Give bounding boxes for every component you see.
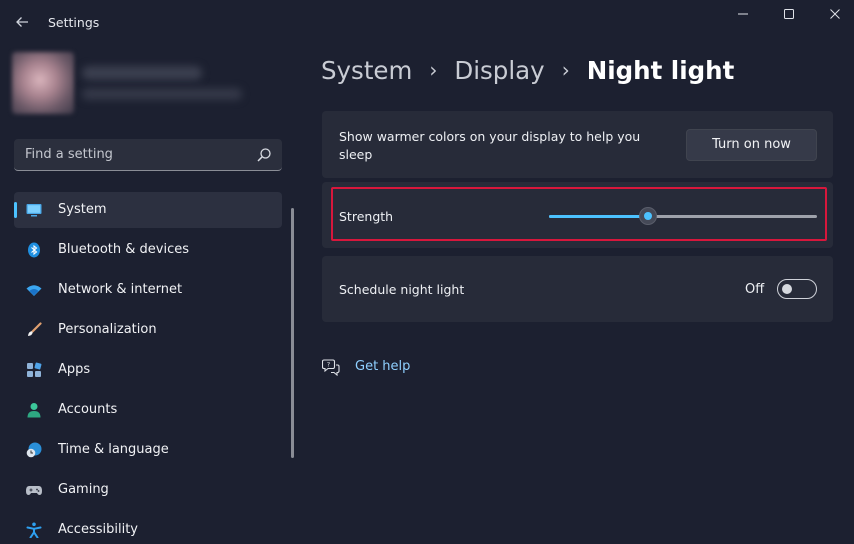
breadcrumb-system[interactable]: System: [321, 56, 412, 85]
app-title: Settings: [48, 15, 100, 30]
sidebar-item-time-language[interactable]: Time & language: [14, 432, 282, 468]
person-icon: [27, 403, 41, 418]
search-input[interactable]: [14, 139, 250, 170]
svg-text:?: ?: [327, 361, 330, 369]
back-button[interactable]: [12, 12, 32, 32]
turn-on-now-button[interactable]: Turn on now: [686, 129, 817, 161]
wifi-icon: [26, 285, 42, 296]
breadcrumb-display[interactable]: Display: [454, 56, 544, 85]
sidebar-item-label: Personalization: [58, 322, 157, 337]
sidebar-item-label: Gaming: [58, 482, 109, 497]
sidebar-item-gaming[interactable]: Gaming: [14, 472, 282, 508]
user-profile[interactable]: [12, 52, 252, 118]
sidebar-item-accounts[interactable]: Accounts: [14, 392, 282, 428]
turn-on-card: Show warmer colors on your display to he…: [322, 111, 833, 178]
profile-name-redacted: [82, 66, 202, 80]
page-title: Night light: [586, 56, 735, 85]
sidebar-item-label: Apps: [58, 362, 91, 377]
brush-icon: [28, 322, 42, 336]
breadcrumb: System › Display › Night light: [321, 56, 734, 92]
accessibility-icon: [26, 522, 42, 538]
search-box[interactable]: [14, 139, 282, 171]
sidebar-item-system[interactable]: System: [14, 192, 282, 228]
sidebar-item-bluetooth[interactable]: Bluetooth & devices: [14, 232, 282, 268]
sidebar-item-label: Accounts: [58, 402, 118, 417]
sidebar-item-label: Accessibility: [58, 522, 138, 537]
minimize-icon: [738, 13, 748, 15]
sidebar-item-label: Bluetooth & devices: [58, 242, 189, 257]
sidebar-item-label: Time & language: [58, 442, 169, 457]
minimize-button[interactable]: [723, 4, 763, 26]
apps-icon: [27, 362, 42, 377]
clock-globe-icon: [26, 442, 42, 458]
search-icon[interactable]: [256, 147, 272, 163]
bluetooth-icon: [28, 242, 40, 258]
schedule-toggle[interactable]: [777, 279, 817, 299]
title-bar: Settings: [0, 0, 854, 44]
get-help-link[interactable]: Get help: [355, 359, 410, 374]
gamepad-icon: [26, 486, 42, 495]
maximize-icon: [784, 9, 794, 19]
schedule-night-light-label: Schedule night light: [339, 282, 465, 297]
sidebar-scrollbar[interactable]: [291, 208, 294, 458]
profile-email-redacted: [82, 88, 242, 100]
sidebar-item-label: System: [58, 202, 107, 217]
back-arrow-icon: [16, 17, 28, 27]
chevron-right-icon: ›: [561, 58, 570, 82]
avatar: [12, 52, 74, 114]
toggle-knob: [782, 284, 792, 294]
help-chat-icon: ?: [322, 359, 340, 376]
monitor-icon: [26, 204, 42, 217]
highlight-box: [331, 187, 827, 241]
sidebar-item-personalization[interactable]: Personalization: [14, 312, 282, 348]
night-light-description: Show warmer colors on your display to he…: [339, 129, 641, 162]
close-icon: [830, 9, 840, 19]
sidebar-item-apps[interactable]: Apps: [14, 352, 282, 388]
schedule-toggle-state: Off: [745, 282, 765, 297]
sidebar-item-label: Network & internet: [58, 282, 183, 297]
chevron-right-icon: ›: [429, 58, 438, 82]
selected-indicator: [14, 202, 17, 218]
close-button[interactable]: [815, 4, 854, 26]
sidebar-item-network[interactable]: Network & internet: [14, 272, 282, 308]
maximize-button[interactable]: [769, 4, 809, 26]
sidebar-item-accessibility[interactable]: Accessibility: [14, 512, 282, 544]
sidebar-nav: System Bluetooth & devices Network & int…: [14, 192, 282, 544]
